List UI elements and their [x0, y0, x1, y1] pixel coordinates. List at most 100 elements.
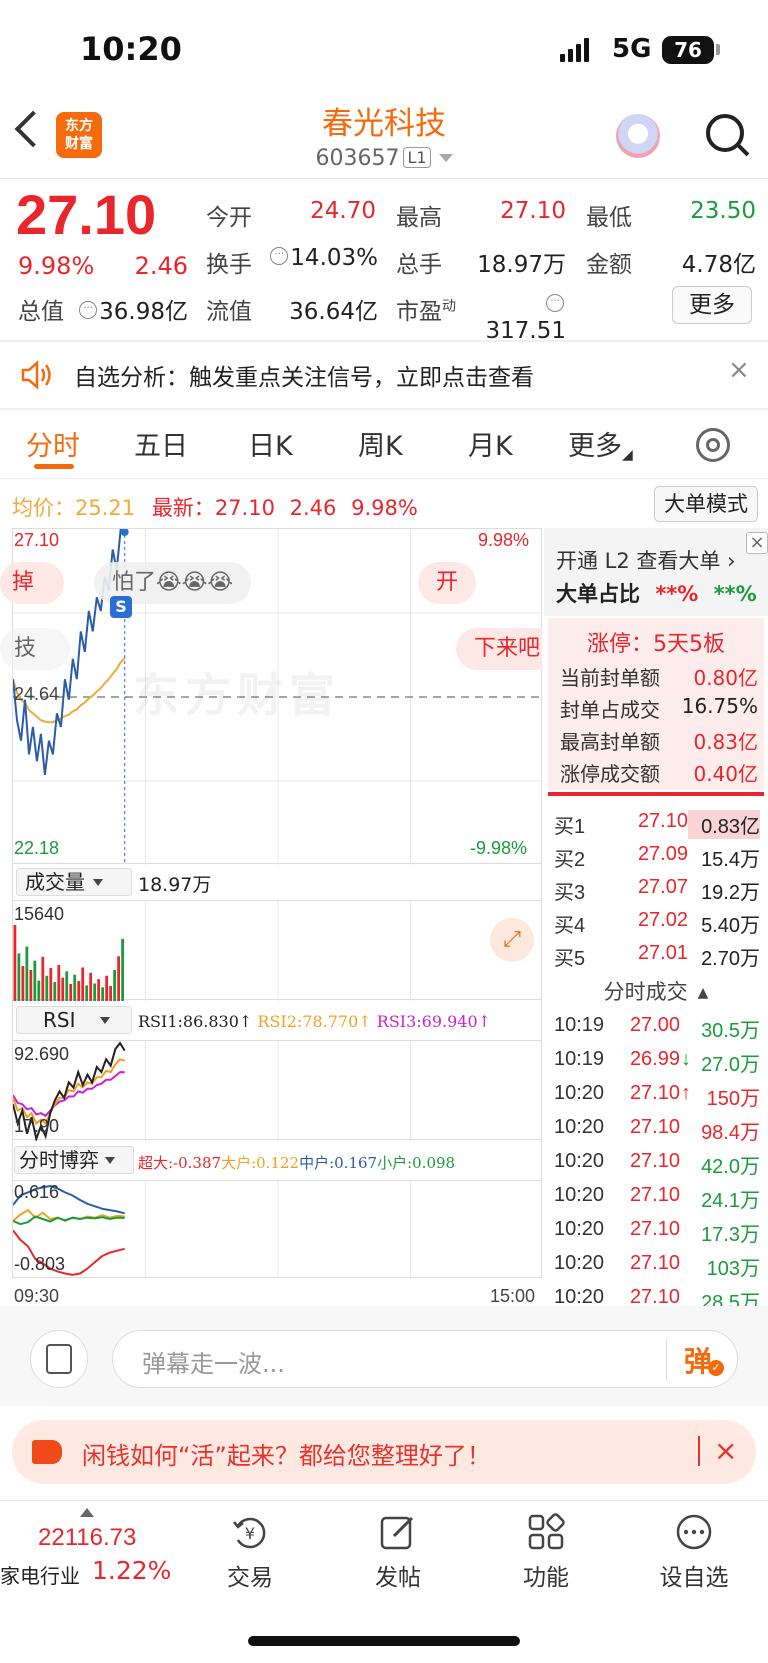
tab-daily-k[interactable]: 日K: [248, 424, 293, 463]
danmaku-bubble[interactable]: 掉: [0, 562, 64, 604]
tab-weekly-k[interactable]: 周K: [358, 424, 403, 463]
danmaku-bubble[interactable]: 开: [418, 562, 477, 604]
tab-monthly-k[interactable]: 月K: [468, 424, 513, 463]
rsi-chart[interactable]: [12, 1040, 542, 1141]
game-indicator-select[interactable]: 分时博弈: [14, 1146, 134, 1174]
game-chart[interactable]: [12, 1180, 542, 1279]
tab-five-day[interactable]: 五日: [134, 424, 188, 463]
info-icon[interactable]: ···: [270, 247, 289, 265]
tick-time: 10:20: [554, 1116, 605, 1138]
game-legend: 超大:-0.387大户:0.122中户:0.167小户:0.098: [138, 1152, 455, 1173]
nav-functions[interactable]: 功能: [496, 1558, 596, 1592]
volume-bar: [73, 974, 77, 1001]
volume-label: 总手: [396, 252, 442, 278]
large-legend: 大户:0.122: [221, 1154, 300, 1172]
volume-bar: [81, 967, 85, 1001]
latest-price-point: [120, 529, 129, 536]
nav-post[interactable]: 发帖: [348, 1558, 448, 1592]
stock-code: 603657: [315, 146, 400, 171]
close-icon[interactable]: ×: [714, 1434, 737, 1467]
tick-time: 10:20: [554, 1150, 605, 1172]
tick-volume: 98.4万: [701, 1122, 760, 1144]
signal-icon: [560, 38, 596, 62]
volume-bar: [57, 965, 61, 1001]
game-chart-svg: [13, 1181, 411, 1279]
pe-value: ···317.51: [485, 294, 566, 344]
divider: [698, 1436, 700, 1466]
expand-icon[interactable]: ⤢: [490, 918, 534, 962]
open-label: 今开: [206, 205, 252, 231]
industry-name[interactable]: 家电行业: [0, 1560, 80, 1589]
order-book-level: 买1: [554, 816, 586, 838]
industry-index-value[interactable]: 22116.73: [38, 1524, 136, 1552]
volume-bar: [105, 975, 109, 1001]
order-book-price: 27.01: [637, 942, 688, 964]
open-l2-link[interactable]: 开通 L2 查看大单 ›: [556, 545, 735, 575]
ticks-title[interactable]: 分时成交 ▲: [548, 976, 764, 1006]
volume-bar: [69, 983, 73, 1001]
order-book-price: 27.09: [637, 843, 688, 865]
danmaku-toggle-button[interactable]: 弹: [684, 1340, 712, 1380]
more-button[interactable]: 更多: [672, 286, 752, 324]
tick-volume: 30.5万: [701, 1020, 760, 1042]
chevron-up-icon[interactable]: [80, 1508, 94, 1517]
order-book-volume: 2.70万: [701, 948, 760, 970]
mktcap-value: ··· 36.98亿: [70, 292, 188, 326]
tab-more[interactable]: 更多◢: [568, 424, 633, 463]
nav-add-watchlist[interactable]: 设自选: [644, 1558, 744, 1592]
volume-bar: [121, 938, 124, 1001]
promo-text[interactable]: 闲钱如何“活”起来？都给您整理好了！: [82, 1436, 491, 1471]
chevron-up-icon: ▲: [697, 985, 709, 1001]
tick-time: 10:19: [554, 1014, 605, 1036]
order-book-volume: 15.4万: [701, 849, 760, 871]
y-label-prev-close: 24.64: [14, 684, 60, 704]
avg-label: 均价：: [12, 496, 75, 520]
tick-time: 10:20: [554, 1218, 605, 1240]
post-icon[interactable]: [378, 1512, 418, 1552]
big-order-ratio: 大单占比 **% **%: [556, 582, 757, 606]
latest-change: 2.46: [289, 496, 337, 520]
functions-icon[interactable]: [526, 1512, 566, 1552]
danmaku-bubble[interactable]: 技: [0, 628, 70, 670]
industry-change-pct[interactable]: 1.22%: [92, 1556, 171, 1585]
float-label: 流值: [206, 299, 252, 325]
info-icon[interactable]: ···: [546, 294, 564, 312]
change-value: 2.46: [134, 252, 188, 280]
network-label: 5G: [612, 34, 652, 64]
assistant-robot-icon[interactable]: [616, 114, 660, 158]
settings-gear-center: [706, 438, 720, 452]
banner-text[interactable]: 自选分析：触发重点关注信号，立即点击查看: [74, 358, 534, 392]
rsi-indicator-select[interactable]: RSI: [16, 1006, 132, 1034]
volume-indicator-select[interactable]: 成交量: [16, 868, 132, 896]
rsi2-line: [13, 1058, 126, 1126]
tick-volume: 103万: [706, 1258, 760, 1280]
change-percent: 9.98%: [18, 252, 95, 280]
nav-trade[interactable]: 交易: [200, 1558, 300, 1592]
tick-volume: 24.1万: [701, 1190, 760, 1212]
volume-bar: [41, 956, 45, 1001]
more-dots-icon[interactable]: [674, 1512, 714, 1552]
order-book-volume: 5.40万: [701, 915, 760, 937]
big-order-mode-button[interactable]: 大单模式: [654, 486, 758, 522]
trade-icon[interactable]: ¥: [230, 1512, 270, 1552]
corner-triangle-icon: ◢: [622, 447, 633, 463]
order-book-price: 27.07: [637, 876, 688, 898]
volume-bar: [113, 969, 117, 1001]
volume-bar: [117, 956, 121, 1001]
close-icon[interactable]: ×: [728, 355, 750, 385]
volume-bar: [29, 969, 33, 1001]
tab-fenshi[interactable]: 分时: [26, 424, 80, 463]
latest-value: 27.10: [214, 496, 275, 520]
danmaku-bubble[interactable]: 下来吧: [456, 628, 542, 670]
level-badge: L1: [403, 147, 431, 168]
chevron-down-icon: [99, 1017, 110, 1024]
volume-bar: [53, 982, 57, 1001]
volume-chart[interactable]: [12, 900, 542, 1001]
check-icon: ✓: [708, 1360, 724, 1376]
info-icon[interactable]: ···: [79, 301, 98, 319]
megaphone-icon: [32, 1440, 62, 1464]
tick-time: 10:20: [554, 1082, 605, 1104]
close-icon[interactable]: ×: [746, 532, 768, 554]
signal-marker-icon[interactable]: S: [110, 596, 132, 618]
tick-price: 27.10: [629, 1116, 680, 1138]
